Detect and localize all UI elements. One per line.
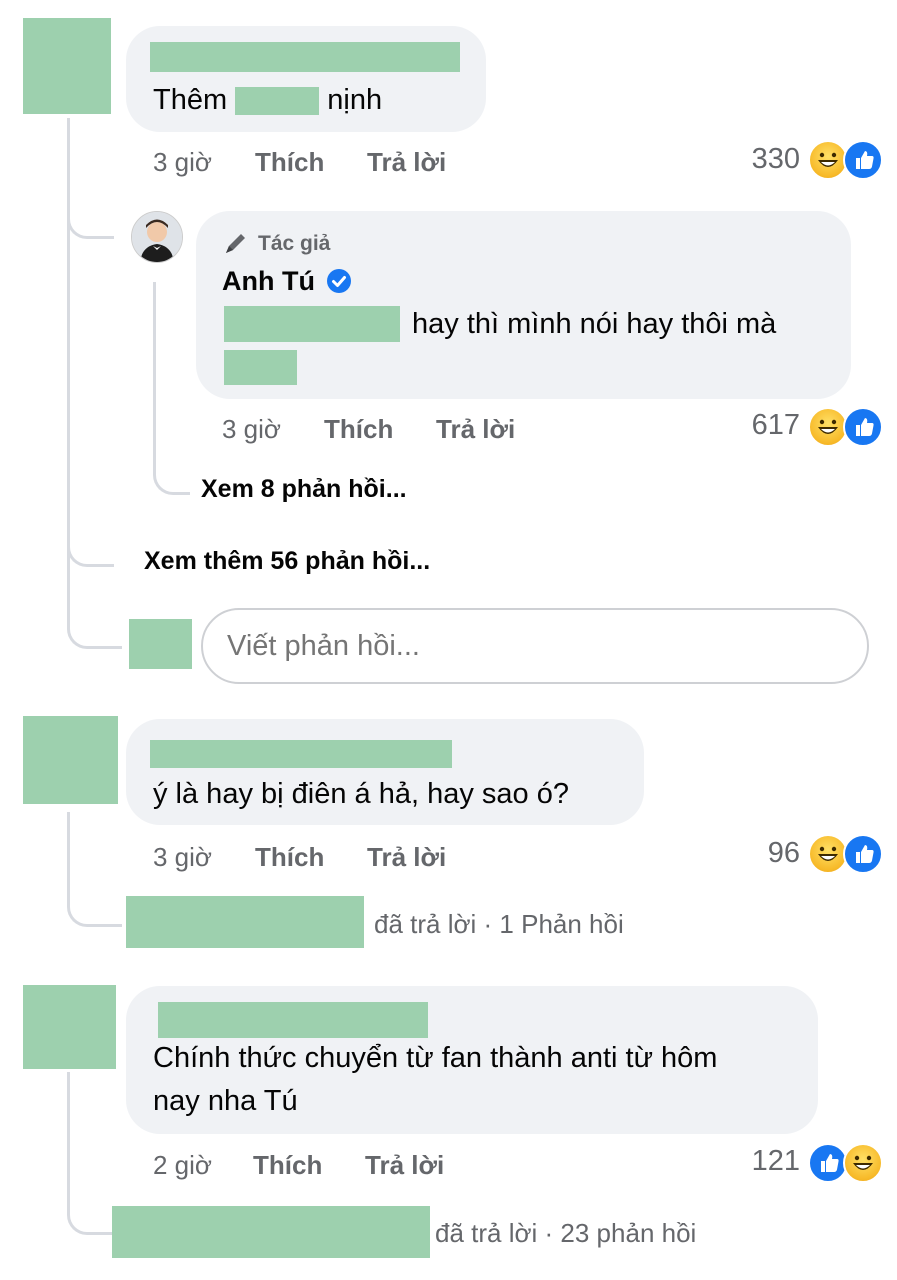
like-icon xyxy=(843,140,883,180)
comment-time[interactable]: 2 giờ xyxy=(153,1150,212,1181)
like-button[interactable]: Thích xyxy=(255,147,324,178)
commenter-name[interactable] xyxy=(150,740,452,768)
reaction-count[interactable]: 121 xyxy=(710,1145,800,1178)
comment-text-line-1: Chính thức chuyển từ fan thành anti từ h… xyxy=(153,1042,718,1074)
view-replies-link[interactable]: Xem 8 phản hồi... xyxy=(201,475,407,504)
comment-time[interactable]: 3 giờ xyxy=(153,842,212,873)
author-name[interactable]: Anh Tú xyxy=(222,266,315,297)
view-more-replies-link[interactable]: Xem thêm 56 phản hồi... xyxy=(144,547,430,576)
verified-badge-icon xyxy=(326,268,352,294)
like-icon xyxy=(808,1143,848,1183)
replier-name[interactable] xyxy=(112,1206,430,1258)
author-avatar[interactable] xyxy=(131,211,183,263)
haha-icon xyxy=(808,834,848,874)
thread-curve-view-more xyxy=(67,500,114,567)
commenter-name[interactable] xyxy=(158,1002,428,1038)
comment-text-line-2: nay nha Tú xyxy=(153,1085,298,1117)
thread-curve-reply-input xyxy=(67,580,122,649)
author-reply-time[interactable]: 3 giờ xyxy=(222,414,281,445)
replied-summary[interactable]: đã trả lời · 1 Phản hồi xyxy=(374,909,624,940)
haha-icon xyxy=(808,140,848,180)
avatar[interactable] xyxy=(23,985,116,1069)
like-button[interactable]: Thích xyxy=(253,1150,322,1181)
author-reply-redacted-line xyxy=(224,350,297,385)
reply-button[interactable]: Trả lời xyxy=(365,1150,444,1181)
reply-button[interactable]: Trả lời xyxy=(436,414,515,445)
mentioned-name[interactable] xyxy=(224,306,400,342)
reply-button[interactable]: Trả lời xyxy=(367,842,446,873)
like-button[interactable]: Thích xyxy=(324,414,393,445)
like-icon xyxy=(843,407,883,447)
reaction-count[interactable]: 330 xyxy=(710,143,800,176)
reply-button[interactable]: Trả lời xyxy=(367,147,446,178)
haha-icon xyxy=(808,407,848,447)
pen-icon xyxy=(222,229,250,257)
like-button[interactable]: Thích xyxy=(255,842,324,873)
author-badge: Tác giả xyxy=(258,232,331,255)
author-reply-text: hay thì mình nói hay thôi mà xyxy=(412,308,777,340)
comment-text: ý là hay bị điên á hả, hay sao ó? xyxy=(153,778,569,810)
thread-curve-author xyxy=(67,180,114,239)
thread-curve-comment2 xyxy=(67,812,122,927)
thread-curve-view-8 xyxy=(153,282,190,495)
like-icon xyxy=(843,834,883,874)
reaction-count[interactable]: 96 xyxy=(710,837,800,870)
avatar[interactable] xyxy=(23,716,118,804)
haha-icon xyxy=(843,1143,883,1183)
comment-text: Thêm nịnh xyxy=(153,84,383,116)
current-user-avatar xyxy=(129,619,192,669)
reaction-count[interactable]: 617 xyxy=(710,409,800,442)
comment-time[interactable]: 3 giờ xyxy=(153,147,212,178)
reply-input[interactable] xyxy=(201,608,869,684)
avatar[interactable] xyxy=(23,18,111,114)
thread-curve-comment3 xyxy=(67,1072,114,1235)
replier-name[interactable] xyxy=(126,896,364,948)
commenter-name[interactable] xyxy=(150,42,460,72)
replied-summary[interactable]: đã trả lời · 23 phản hồi xyxy=(435,1218,696,1249)
